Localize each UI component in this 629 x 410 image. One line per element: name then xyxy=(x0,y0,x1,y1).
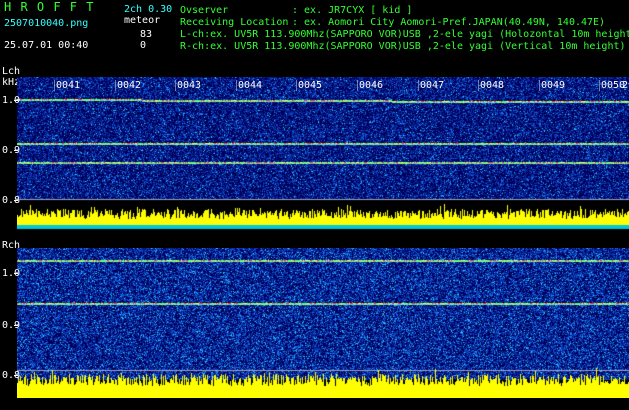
time-guide xyxy=(599,80,600,91)
rch-meteor-count: 0 xyxy=(140,40,147,51)
rch-tick-mark xyxy=(14,273,18,274)
lch-description: L-ch:ex. UV5R 113.900Mhz(SAPPORO VOR)USB… xyxy=(180,29,629,40)
lch-meteor-count: 83 xyxy=(140,29,153,40)
lch-label: Lch xyxy=(2,66,21,77)
time-guide xyxy=(296,80,297,91)
mode-label: 2ch 0.30 xyxy=(124,4,173,15)
time-edge-label: 2 xyxy=(622,80,629,91)
time-label: 0048 xyxy=(480,80,505,91)
time-guide xyxy=(54,80,55,91)
app-title: H R O F F T xyxy=(4,0,95,14)
time-guide xyxy=(357,80,358,91)
time-guide xyxy=(175,80,176,91)
lch-tick-mark xyxy=(14,150,18,151)
time-guide xyxy=(539,80,540,91)
time-label: 0045 xyxy=(298,80,323,91)
time-guide xyxy=(236,80,237,91)
rch-tick-mark xyxy=(14,325,18,326)
time-label: 0046 xyxy=(359,80,384,91)
observer-label: Ovserver xyxy=(180,5,229,16)
location-label: Receiving Location xyxy=(180,17,289,28)
lch-tick-mark xyxy=(14,200,18,201)
rch-description: R-ch:ex. UV5R 113.900Mhz(SAPPORO VOR)USB… xyxy=(180,41,626,52)
time-label: 0047 xyxy=(420,80,445,91)
rch-spectrogram xyxy=(17,248,629,398)
datetime-label: 25.07.01 00:40 xyxy=(4,40,89,51)
lch-tick-mark xyxy=(14,100,18,101)
observer-value: : ex. JR7CYX [ kid ] xyxy=(292,5,413,16)
time-label: 0042 xyxy=(117,80,142,91)
time-guide xyxy=(115,80,116,91)
time-label: 0044 xyxy=(238,80,263,91)
location-value: : ex. Aomori City Aomori-Pref.JAPAN(40.4… xyxy=(292,17,606,28)
time-label: 0049 xyxy=(541,80,566,91)
lch-spectrogram xyxy=(17,77,629,231)
time-guide xyxy=(478,80,479,91)
time-label: 0041 xyxy=(56,80,81,91)
time-guide xyxy=(418,80,419,91)
filename-label: 2507010040.png xyxy=(4,18,89,29)
meteor-label: meteor xyxy=(124,15,161,26)
time-label: 0043 xyxy=(177,80,202,91)
rch-tick-mark xyxy=(14,375,18,376)
